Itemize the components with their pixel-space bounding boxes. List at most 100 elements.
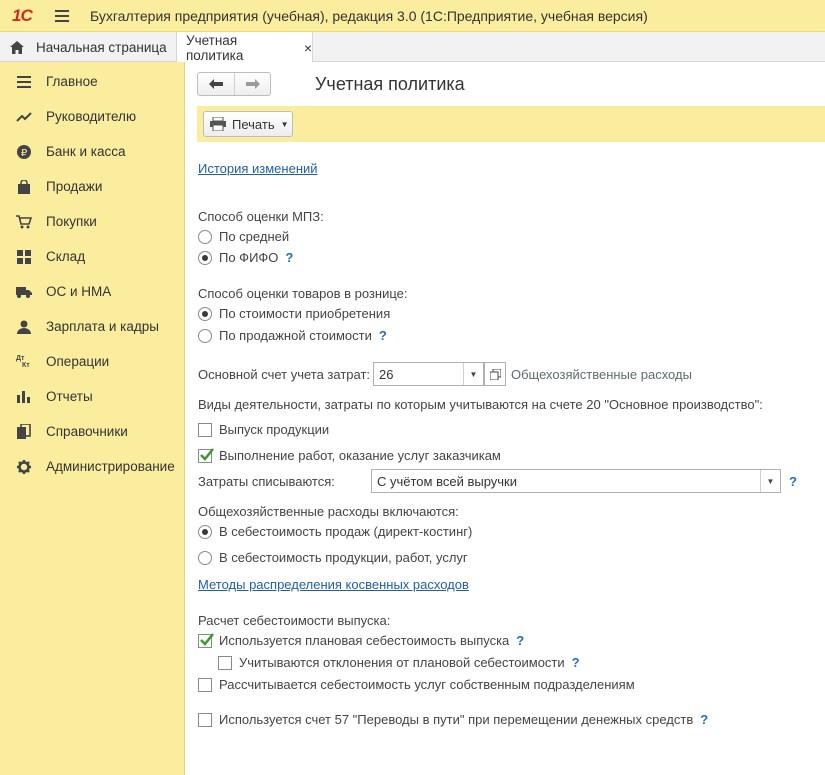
tab-active-label: Учетная политика [186,32,244,63]
sidebar-item-reports[interactable]: Отчеты [0,379,185,414]
close-icon[interactable]: × [304,40,312,56]
nav-buttons [197,72,271,96]
radio-mpz-fifo[interactable]: По ФИФО ? [198,250,293,265]
checkbox-planned-cost[interactable]: Используется плановая себестоимость выпу… [198,632,524,648]
help-icon[interactable]: ? [789,474,797,489]
checkbox-account-57[interactable]: Используется счет 57 "Переводы в пути" п… [198,712,708,727]
tab-accounting-policy[interactable]: Учетная политика × [176,32,313,63]
radio-button[interactable] [198,550,212,565]
checkbox[interactable] [198,677,212,692]
truck-icon [16,284,32,300]
tabs-bar: Начальная страница Учетная политика × [0,32,825,63]
tab-home-label: Начальная страница [36,39,167,55]
app-logo: 1С [12,6,33,25]
help-icon[interactable]: ? [379,328,387,343]
sidebar-item-label: Руководителю [46,109,137,124]
forward-button[interactable] [234,73,270,95]
cost-account-description: Общехозяйственные расходы [511,367,692,382]
dropdown-button[interactable]: ▼ [760,470,780,492]
dropdown-button[interactable]: ▼ [463,363,483,385]
person-icon [16,319,32,335]
radio-button[interactable] [198,524,212,539]
title-bar: 1С Бухгалтерия предприятия (учебная), ре… [0,0,825,32]
sidebar-item-label: Зарплата и кадры [46,319,159,334]
indirect-costs-link[interactable]: Методы распределения косвенных расходов [198,577,469,592]
print-button[interactable]: Печать ▼ [203,111,293,137]
history-link[interactable]: История изменений [198,161,318,176]
sidebar-item-purchases[interactable]: Покупки [0,204,185,239]
cost-account-label: Основной счет учета затрат: [198,367,371,382]
back-button[interactable] [198,73,234,95]
command-bar: Печать ▼ [197,106,825,142]
sidebar-item-bank[interactable]: ₽ Банк и касса [0,134,185,169]
open-window-icon [489,368,501,380]
sidebar-item-label: Операции [46,354,110,369]
arrow-right-icon [245,79,260,89]
sidebar-item-directories[interactable]: Справочники [0,414,185,449]
mpz-label: Способ оценки МПЗ: [198,209,324,224]
help-icon[interactable]: ? [700,712,708,727]
sidebar-item-sales[interactable]: Продажи [0,169,185,204]
books-icon [16,424,32,440]
sidebar-item-label: Справочники [46,424,128,439]
costing-label: Расчет себестоимости выпуска: [198,613,391,628]
home-icon [10,40,24,54]
help-icon[interactable]: ? [516,633,524,648]
dt-kt-icon: Дт Кт [16,354,30,369]
arrow-left-icon [209,79,223,89]
page-title: Учетная политика [315,74,465,94]
writeoff-select[interactable]: С учётом всей выручки ▼ [371,469,781,493]
main-menu-icon[interactable] [55,10,69,22]
sidebar-item-label: Администрирование [46,459,175,474]
overhead-label: Общехозяйственные расходы включаются: [198,504,459,519]
menu-lines-icon [16,74,32,90]
help-icon[interactable]: ? [572,655,580,670]
radio-overhead-product-cost[interactable]: В себестоимость продукции, работ, услуг [198,550,468,565]
sidebar: Главное Руководителю ₽ Банк и касса Прод… [0,62,185,775]
warehouse-icon [16,249,32,265]
sidebar-item-fixed-assets[interactable]: ОС и НМА [0,274,185,309]
help-icon[interactable]: ? [285,250,293,265]
checkbox-deviations[interactable]: Учитываются отклонения от плановой себес… [218,655,580,670]
checkbox[interactable] [198,632,214,648]
sidebar-item-label: Покупки [46,214,97,229]
checkmark-icon [200,632,214,646]
radio-retail-sale-price[interactable]: По продажной стоимости ? [198,328,387,343]
print-label: Печать [232,116,275,132]
checkbox-services[interactable]: Выполнение работ, оказание услуг заказчи… [198,447,501,463]
gear-icon [16,459,32,475]
radio-mpz-average[interactable]: По средней [198,229,289,244]
open-button[interactable] [484,362,506,386]
ruble-icon: ₽ [16,144,32,160]
sidebar-item-main[interactable]: Главное [0,64,185,99]
radio-retail-purchase-cost[interactable]: По стоимости приобретения [198,306,390,321]
sidebar-item-label: Банк и касса [46,144,126,159]
bar-chart-icon [16,389,32,405]
cost-account-field[interactable]: 26 ▼ [373,362,484,386]
checkbox[interactable] [218,655,232,670]
radio-button[interactable] [198,229,212,244]
checkbox-product-output[interactable]: Выпуск продукции [198,422,329,437]
checkmark-icon [200,447,214,461]
printer-icon [210,117,226,131]
checkbox[interactable] [198,447,214,463]
radio-button[interactable] [198,306,212,321]
tab-home[interactable]: Начальная страница [0,32,176,62]
radio-overhead-direct-costing[interactable]: В себестоимость продаж (директ-костинг) [198,524,472,539]
retail-label: Способ оценки товаров в рознице: [198,286,408,301]
checkbox-own-units[interactable]: Рассчитывается себестоимость услуг собст… [198,677,635,692]
sidebar-item-admin[interactable]: Администрирование [0,449,185,484]
sidebar-item-salary[interactable]: Зарплата и кадры [0,309,185,344]
sidebar-item-operations[interactable]: Дт Кт Операции [0,344,185,379]
checkbox[interactable] [198,712,212,727]
sidebar-item-label: Продажи [46,179,103,194]
sidebar-item-label: Главное [46,74,98,89]
radio-button[interactable] [198,250,212,265]
sidebar-item-label: Склад [46,249,86,264]
sidebar-item-warehouse[interactable]: Склад [0,239,185,274]
radio-button[interactable] [198,328,212,343]
sidebar-item-manager[interactable]: Руководителю [0,99,185,134]
activities-label: Виды деятельности, затраты по которым уч… [198,397,763,412]
checkbox[interactable] [198,422,212,437]
writeoff-label: Затраты списываются: [198,474,335,489]
